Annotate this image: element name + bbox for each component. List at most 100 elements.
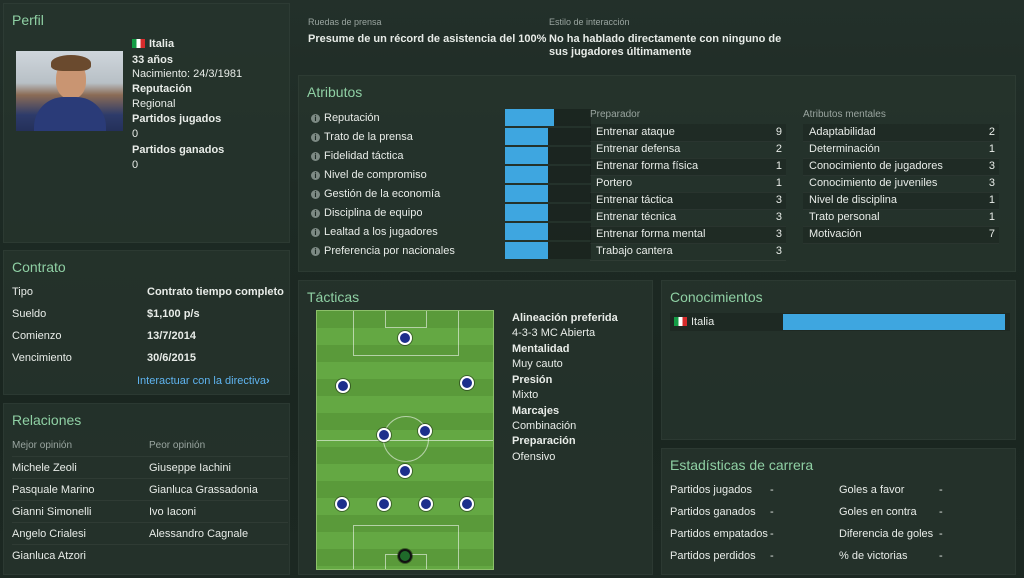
tactic-label: Mentalidad <box>512 343 570 355</box>
info-icon[interactable]: i <box>311 190 320 199</box>
career-stat-label: Diferencia de goles <box>839 528 934 540</box>
style-value-line1: No ha hablado directamente con ninguno d… <box>549 33 782 45</box>
list-item: Determinación 1 <box>803 141 999 159</box>
board-interaction-label: Interactuar con la directiva <box>137 375 267 387</box>
tactic-label: Presión <box>512 374 553 386</box>
profile-panel: Perfil Italia 33 años Nacimiento: 24/3/1… <box>3 3 290 243</box>
age: 33 años <box>132 54 173 66</box>
list-item: Adaptabilidad 2 <box>803 124 999 142</box>
list-item-label: Portero <box>596 177 633 189</box>
player-marker-goalkeeper <box>398 549 412 563</box>
career-stat-value: - <box>770 506 774 518</box>
list-item: Entrenar forma física 1 <box>590 158 786 176</box>
attribute-label: Disciplina de equipo <box>324 207 423 219</box>
italy-flag-icon <box>674 317 687 326</box>
attribute-bar <box>505 204 548 221</box>
contract-title: Contrato <box>12 259 66 275</box>
press-value: Presume de un récord de asistencia del 1… <box>308 33 547 45</box>
wins-value: 0 <box>132 159 139 171</box>
knowledge-row: Italia <box>670 313 1010 331</box>
list-item-value: 3 <box>775 245 782 257</box>
list-item-value: 1 <box>775 177 782 189</box>
list-item-label: Adaptabilidad <box>809 126 876 138</box>
player-marker-right-back <box>460 497 474 511</box>
worst-opinion-person[interactable]: Alessandro Cagnale <box>149 528 248 540</box>
player-marker-central-mid <box>418 424 432 438</box>
player-marker-center-back <box>419 497 433 511</box>
player-marker-central-mid <box>377 428 391 442</box>
attribute-bar <box>505 147 548 164</box>
start-label: Comienzo <box>12 330 62 342</box>
list-item: Entrenar ataque 9 <box>590 124 786 142</box>
start-value: 13/7/2014 <box>147 330 196 342</box>
attribute-bar-track <box>505 185 591 202</box>
best-opinion-person[interactable]: Gianni Simonelli <box>12 506 91 518</box>
tactic-value: Muy cauto <box>512 358 563 370</box>
contract-type-label: Tipo <box>12 286 33 298</box>
attribute-bar <box>505 166 548 183</box>
knowledge-bar-track <box>783 314 1005 330</box>
list-item: Trabajo cantera 3 <box>590 243 786 261</box>
attribute-row: i Trato de la prensa <box>311 128 591 147</box>
best-opinion-person[interactable]: Michele Zeoli <box>12 462 77 474</box>
press-label: Ruedas de prensa <box>308 17 382 27</box>
worst-opinion-person[interactable]: Ivo Iaconi <box>149 506 196 518</box>
knowledge-region: Italia <box>674 316 714 328</box>
info-icon[interactable]: i <box>311 228 320 237</box>
career-stat-label: Goles a favor <box>839 484 905 496</box>
list-item-label: Motivación <box>809 228 862 240</box>
contract-panel: Contrato Tipo Contrato tiempo completo S… <box>3 250 290 395</box>
mental-header: Atributos mentales <box>803 109 886 120</box>
info-icon[interactable]: i <box>311 247 320 256</box>
chevron-right-icon: › <box>266 375 270 387</box>
list-item: Entrenar defensa 2 <box>590 141 786 159</box>
list-item-label: Entrenar defensa <box>596 143 681 155</box>
best-opinion-person[interactable]: Gianluca Atzori <box>12 550 86 562</box>
italy-flag-icon <box>132 39 145 48</box>
avatar <box>16 51 123 131</box>
info-icon[interactable]: i <box>311 133 320 142</box>
list-item-value: 2 <box>775 143 782 155</box>
center-circle <box>383 416 429 462</box>
list-item-label: Conocimiento de jugadores <box>809 160 943 172</box>
career-stat-value: - <box>770 484 774 496</box>
list-item: Conocimiento de juveniles 3 <box>803 175 999 193</box>
knowledge-panel: Conocimientos Italia <box>661 280 1016 440</box>
knowledge-region-label: Italia <box>691 316 715 328</box>
career-stat-value: - <box>939 484 943 496</box>
list-item: Nivel de disciplina 1 <box>803 192 999 210</box>
player-marker-center-back <box>377 497 391 511</box>
list-item-value: 1 <box>988 194 995 206</box>
attribute-bar-track <box>505 204 591 221</box>
board-interaction-link[interactable]: Interactuar con la directiva› <box>137 375 270 387</box>
info-icon[interactable]: i <box>311 171 320 180</box>
career-stat-label: Goles en contra <box>839 506 917 518</box>
tactic-label: Alineación preferida <box>512 312 618 324</box>
list-item-label: Determinación <box>809 143 880 155</box>
list-item-label: Entrenar táctica <box>596 194 674 206</box>
info-icon[interactable]: i <box>311 209 320 218</box>
worst-opinion-person[interactable]: Gianluca Grassadonia <box>149 484 258 496</box>
info-icon[interactable]: i <box>311 114 320 123</box>
list-item: Conocimiento de jugadores 3 <box>803 158 999 176</box>
tactics-pitch <box>316 310 494 570</box>
career-stat-value: - <box>939 506 943 518</box>
attribute-label: Lealtad a los jugadores <box>324 226 438 238</box>
attribute-label: Gestión de la economía <box>324 188 441 200</box>
attribute-bar-track <box>505 147 591 164</box>
tactic-value: Mixto <box>512 389 539 401</box>
info-icon[interactable]: i <box>311 152 320 161</box>
list-item-value: 3 <box>775 194 782 206</box>
list-item-value: 1 <box>775 160 782 172</box>
attribute-bar-track <box>505 223 591 240</box>
worst-opinion-person[interactable]: Giuseppe Iachini <box>149 462 231 474</box>
list-item-label: Entrenar forma física <box>596 160 699 172</box>
list-item-label: Entrenar ataque <box>596 126 675 138</box>
style-value-line2: sus jugadores últimamente <box>549 46 692 58</box>
best-opinion-person[interactable]: Angelo Crialesi <box>12 528 86 540</box>
relation-row: Angelo Crialesi Alessandro Cagnale <box>12 522 288 545</box>
list-item-label: Conocimiento de juveniles <box>809 177 938 189</box>
best-opinion-person[interactable]: Pasquale Marino <box>12 484 95 496</box>
list-item-label: Entrenar técnica <box>596 211 677 223</box>
list-item-label: Trato personal <box>809 211 880 223</box>
